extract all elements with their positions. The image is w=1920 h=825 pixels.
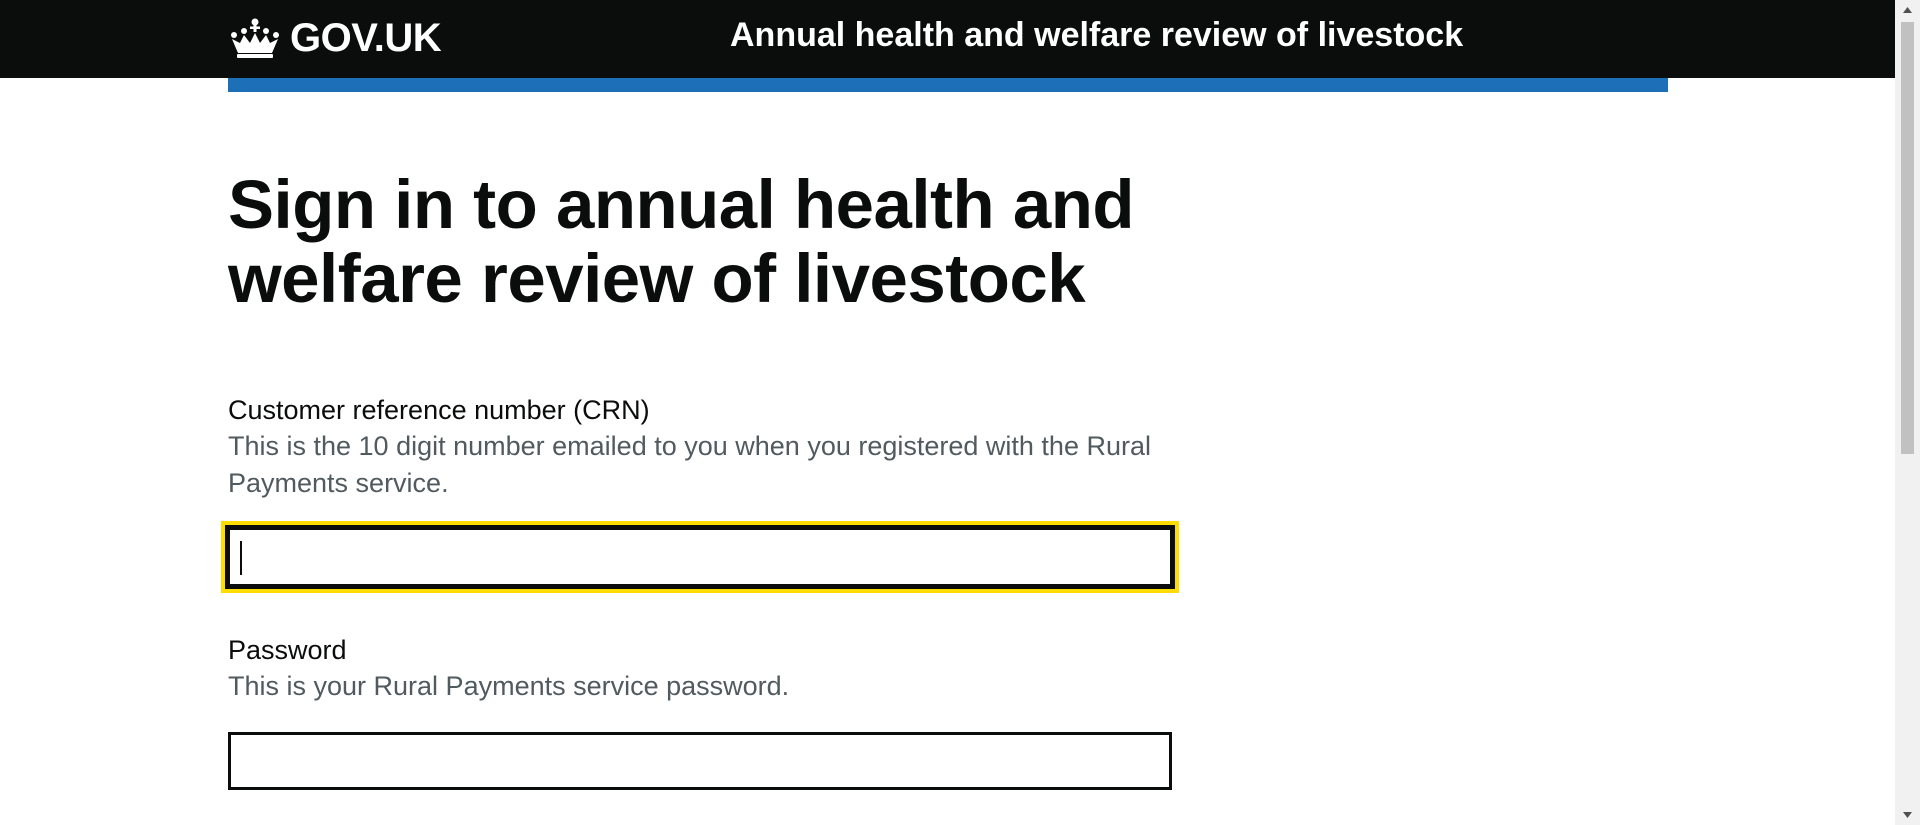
crn-label: Customer reference number (CRN) bbox=[228, 395, 650, 425]
password-label: Password bbox=[228, 635, 347, 665]
header-container: GOV.UK Annual health and welfare review … bbox=[228, 0, 1668, 78]
site-header: GOV.UK Annual health and welfare review … bbox=[0, 0, 1895, 78]
crn-hint: This is the 10 digit number emailed to y… bbox=[228, 431, 1151, 498]
page-title: Sign in to annual health and welfare rev… bbox=[228, 166, 1135, 317]
header-accent-bar bbox=[228, 78, 1668, 92]
page: GOV.UK Annual health and welfare review … bbox=[0, 0, 1920, 825]
crn-input[interactable] bbox=[225, 525, 1175, 589]
scrollbar-thumb[interactable] bbox=[1901, 22, 1914, 454]
scroll-up-arrow-icon[interactable] bbox=[1895, 0, 1920, 20]
text-caret bbox=[240, 541, 242, 575]
vertical-scrollbar[interactable] bbox=[1895, 0, 1920, 825]
scroll-down-arrow-icon[interactable] bbox=[1895, 805, 1920, 825]
govuk-logo-text: GOV.UK bbox=[290, 15, 442, 60]
password-input[interactable] bbox=[228, 732, 1172, 790]
password-hint: This is your Rural Payments service pass… bbox=[228, 671, 790, 701]
govuk-homepage-link[interactable]: GOV.UK bbox=[228, 14, 442, 62]
crown-icon bbox=[228, 17, 282, 59]
service-name-link[interactable]: Annual health and welfare review of live… bbox=[730, 16, 1463, 55]
